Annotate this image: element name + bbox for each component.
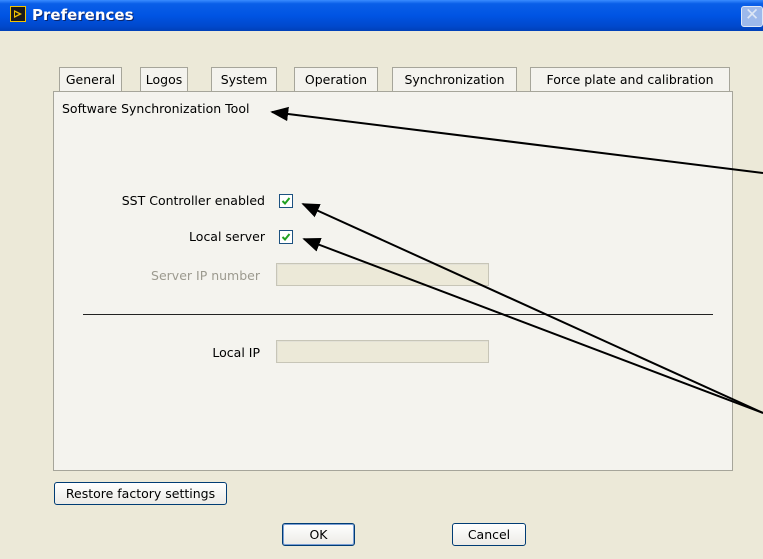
annotation-arrows	[270, 106, 763, 414]
preferences-dialog: Preferences ✕ General Logos System Opera…	[0, 0, 763, 559]
arrow-to-local-server-checkbox	[302, 238, 763, 414]
arrow-to-sst-checkbox	[301, 203, 763, 414]
arrow-to-panel-title	[270, 106, 763, 174]
